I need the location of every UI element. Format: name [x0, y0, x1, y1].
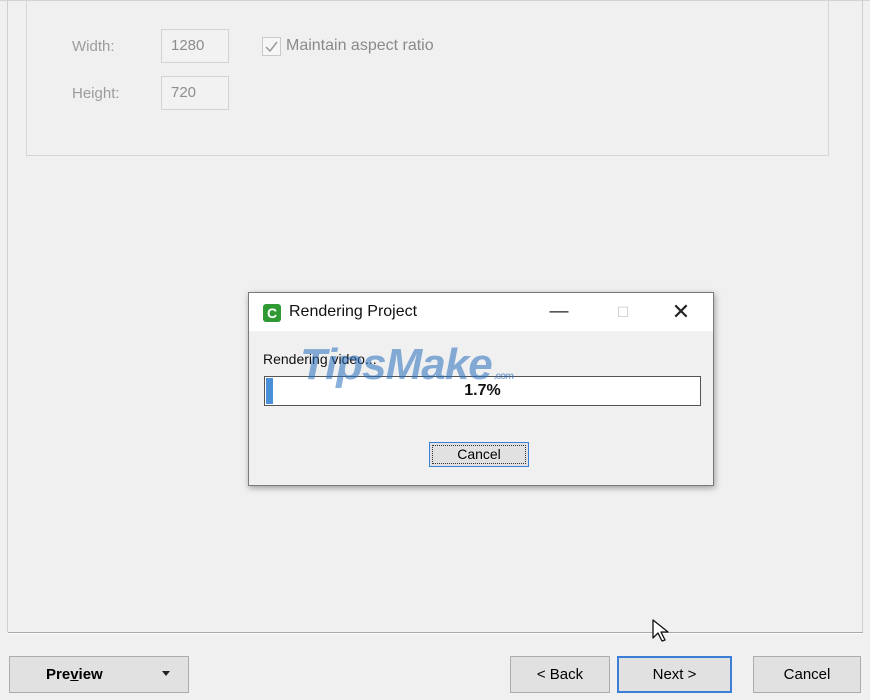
next-button[interactable]: Next >: [617, 656, 732, 693]
tipsmake-watermark: TipsMake .com: [300, 340, 514, 390]
app-logo-icon: C: [263, 304, 281, 322]
maintain-aspect-checkbox[interactable]: [262, 37, 281, 56]
window-right-border: [862, 0, 863, 632]
width-input[interactable]: 1280: [161, 29, 229, 63]
size-group-box: [26, 0, 829, 156]
dialog-cancel-button[interactable]: Cancel: [429, 442, 529, 467]
height-label: Height:: [72, 85, 120, 102]
watermark-text: TipsMake: [300, 340, 493, 389]
height-input[interactable]: 720: [161, 76, 229, 110]
back-button[interactable]: < Back: [510, 656, 610, 693]
checkmark-icon: [265, 41, 278, 53]
cancel-button[interactable]: Cancel: [753, 656, 861, 693]
window-left-border: [7, 0, 8, 632]
dialog-title-bar[interactable]: C Rendering Project — ☐ ✕: [249, 293, 713, 331]
minimize-icon[interactable]: —: [539, 299, 579, 325]
maximize-icon: ☐: [616, 304, 630, 320]
preview-button-label: Preview: [46, 666, 103, 683]
mouse-cursor-icon: [652, 619, 669, 642]
dialog-title: Rendering Project: [289, 303, 418, 320]
maintain-aspect-label: Maintain aspect ratio: [286, 37, 434, 54]
width-label: Width:: [72, 38, 115, 55]
footer-separator-highlight: [8, 633, 863, 634]
close-icon[interactable]: ✕: [661, 299, 701, 325]
dropdown-arrow-icon[interactable]: [162, 671, 170, 676]
preview-button[interactable]: Preview: [9, 656, 189, 693]
watermark-suffix: .com: [493, 371, 514, 382]
